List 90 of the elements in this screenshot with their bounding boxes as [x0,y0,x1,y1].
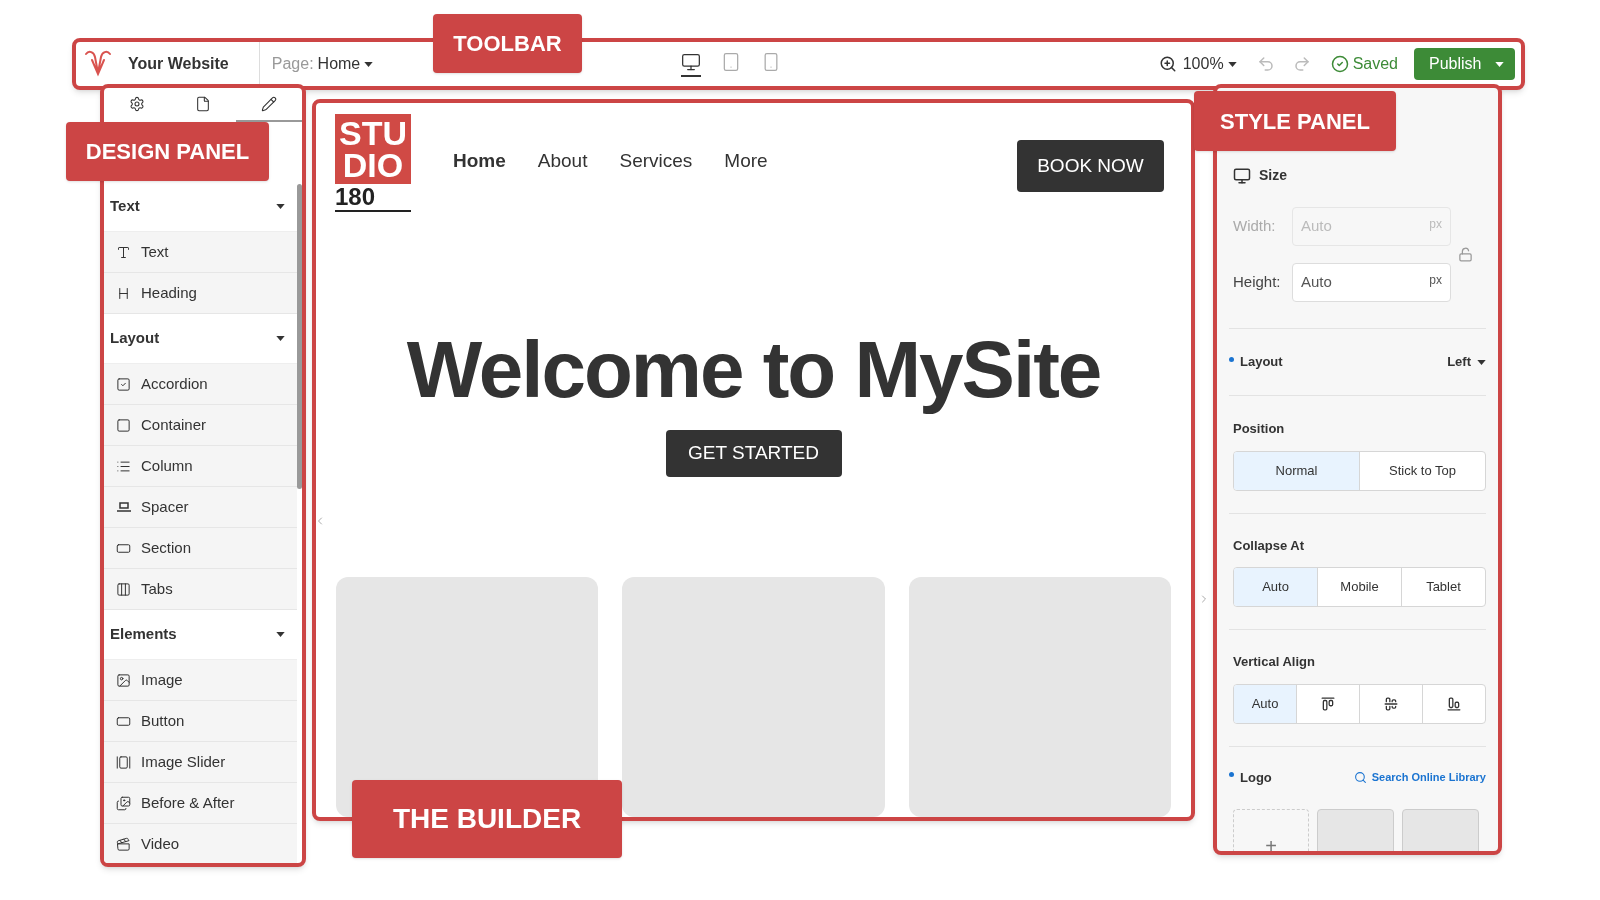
page-label: Page: [271,54,314,74]
publish-button[interactable]: Publish [1414,48,1515,80]
get-started-button[interactable]: GET STARTED [665,430,842,477]
check-icon [1330,55,1349,73]
unit-label: px [1429,215,1442,233]
pencil-icon [261,96,277,112]
option-button[interactable]: Auto [1234,568,1317,606]
element-item[interactable]: Column [104,446,297,487]
collapse-label: Collapse At [1233,536,1306,555]
annotation-label: THE BUILDER [352,780,622,858]
element-item[interactable]: Heading [104,273,297,314]
hero-heading: Welcome to MySite [405,328,1102,412]
option-button[interactable]: Stick to Top [1359,451,1485,490]
save-status: Saved [1352,54,1398,74]
align-middle-icon [1384,696,1398,711]
layout-dropdown[interactable]: Left [1447,352,1486,372]
desktop-icon [1233,166,1251,185]
logo-thumbnail[interactable] [1402,808,1479,851]
align-bottom-icon [1447,696,1461,711]
search-icon [1353,771,1367,784]
logo-label: Logo [1240,768,1272,787]
element-item[interactable]: Video [104,824,297,863]
images-icon [116,795,131,811]
caret-icon [364,61,374,67]
caret-icon [1495,61,1505,67]
element-item[interactable]: Tabs [104,569,297,610]
element-item[interactable]: Container [104,405,297,446]
columns-icon [116,581,131,597]
nav-link[interactable]: Home [453,147,506,176]
clapperboard-icon [116,836,131,852]
checkbox-icon [116,376,131,392]
option-button[interactable]: Mobile [1317,568,1401,606]
square-icon [116,417,131,433]
field-label: Height: [1233,272,1282,293]
caret-icon [276,336,285,341]
zoom-icon [1158,55,1177,73]
caret-icon [276,204,285,209]
vertical-align-label: Vertical Align [1233,653,1316,671]
book-now-button[interactable]: BOOK NOW [1017,140,1164,192]
option-button[interactable]: Tablet [1401,568,1485,606]
page-icon [195,96,211,112]
size-field[interactable]: Auto px [1292,263,1451,302]
annotation-label: STYLE PANEL [1194,91,1396,151]
redo-icon[interactable] [1292,55,1311,73]
nav-link[interactable]: More [724,147,768,176]
option-button[interactable]: Auto [1234,684,1296,723]
page-dropdown[interactable]: Page: Home [271,52,374,76]
element-item[interactable]: Image [104,660,297,701]
site-name: Your Website [128,54,229,74]
element-item[interactable]: Before & After [104,783,297,824]
unit-label: px [1429,271,1442,289]
caret-icon [276,632,285,637]
position-label: Position [1233,420,1286,438]
annotation-label: TOOLBAR [433,14,582,73]
element-item[interactable]: Image Slider [104,742,297,783]
list-icon [116,458,131,474]
category-header[interactable]: Text [104,182,297,232]
unlink-icon[interactable] [1458,247,1473,262]
add-logo-button[interactable]: + [1233,808,1309,851]
text-icon [116,244,131,260]
category-header[interactable]: Elements [104,610,297,660]
element-item[interactable]: Text [104,232,297,273]
section-title: Size [1259,166,1287,185]
category-header[interactable]: Layout [104,314,297,364]
gear-icon [129,96,145,112]
heading-icon [116,285,131,301]
zoom-dropdown[interactable]: 100% [1182,52,1237,76]
layout-label: Layout [1240,353,1283,372]
caret-icon [1477,359,1486,365]
element-item[interactable]: Accordion [104,364,297,405]
nav-link[interactable]: About [537,147,588,176]
element-item[interactable]: Spacer [104,487,297,528]
desktop-view-button[interactable] [681,51,702,77]
search-library-link[interactable]: Search Online Library [1353,769,1486,786]
studio-logo: STU DIO [335,114,411,184]
logo-thumbnail[interactable] [1317,808,1394,851]
caret-icon [1227,61,1237,67]
image-icon [116,672,131,688]
undo-icon[interactable] [1256,55,1275,73]
annotation-label: DESIGN PANEL [66,122,269,181]
option-button[interactable]: Normal [1234,451,1359,490]
element-item[interactable]: Section [104,528,297,569]
field-label: Width: [1233,216,1277,237]
element-item[interactable]: Button [104,701,297,742]
spacer-icon [116,502,131,512]
gallery-icon [116,754,131,770]
align-top-icon [1321,696,1335,711]
logo-number: 180 [335,184,411,212]
scrollbar[interactable] [297,184,302,489]
nav-link[interactable]: Services [619,147,693,176]
